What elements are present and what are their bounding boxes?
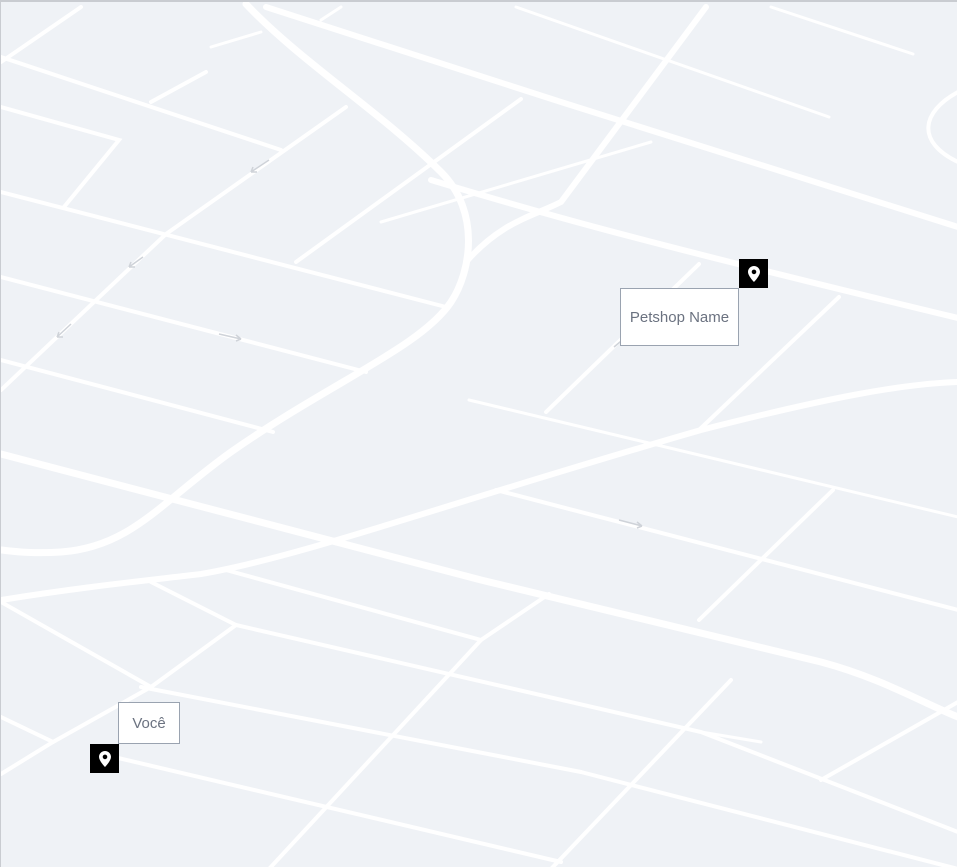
map-pin-icon <box>98 750 111 767</box>
petshop-marker-label[interactable]: Petshop Name <box>620 288 739 346</box>
map-pin-icon <box>747 265 760 282</box>
map-view[interactable]: Petshop Name Você <box>0 0 957 867</box>
petshop-map-pin-icon[interactable] <box>739 259 768 288</box>
user-map-pin-icon[interactable] <box>90 744 119 773</box>
user-marker-label[interactable]: Você <box>118 702 180 744</box>
